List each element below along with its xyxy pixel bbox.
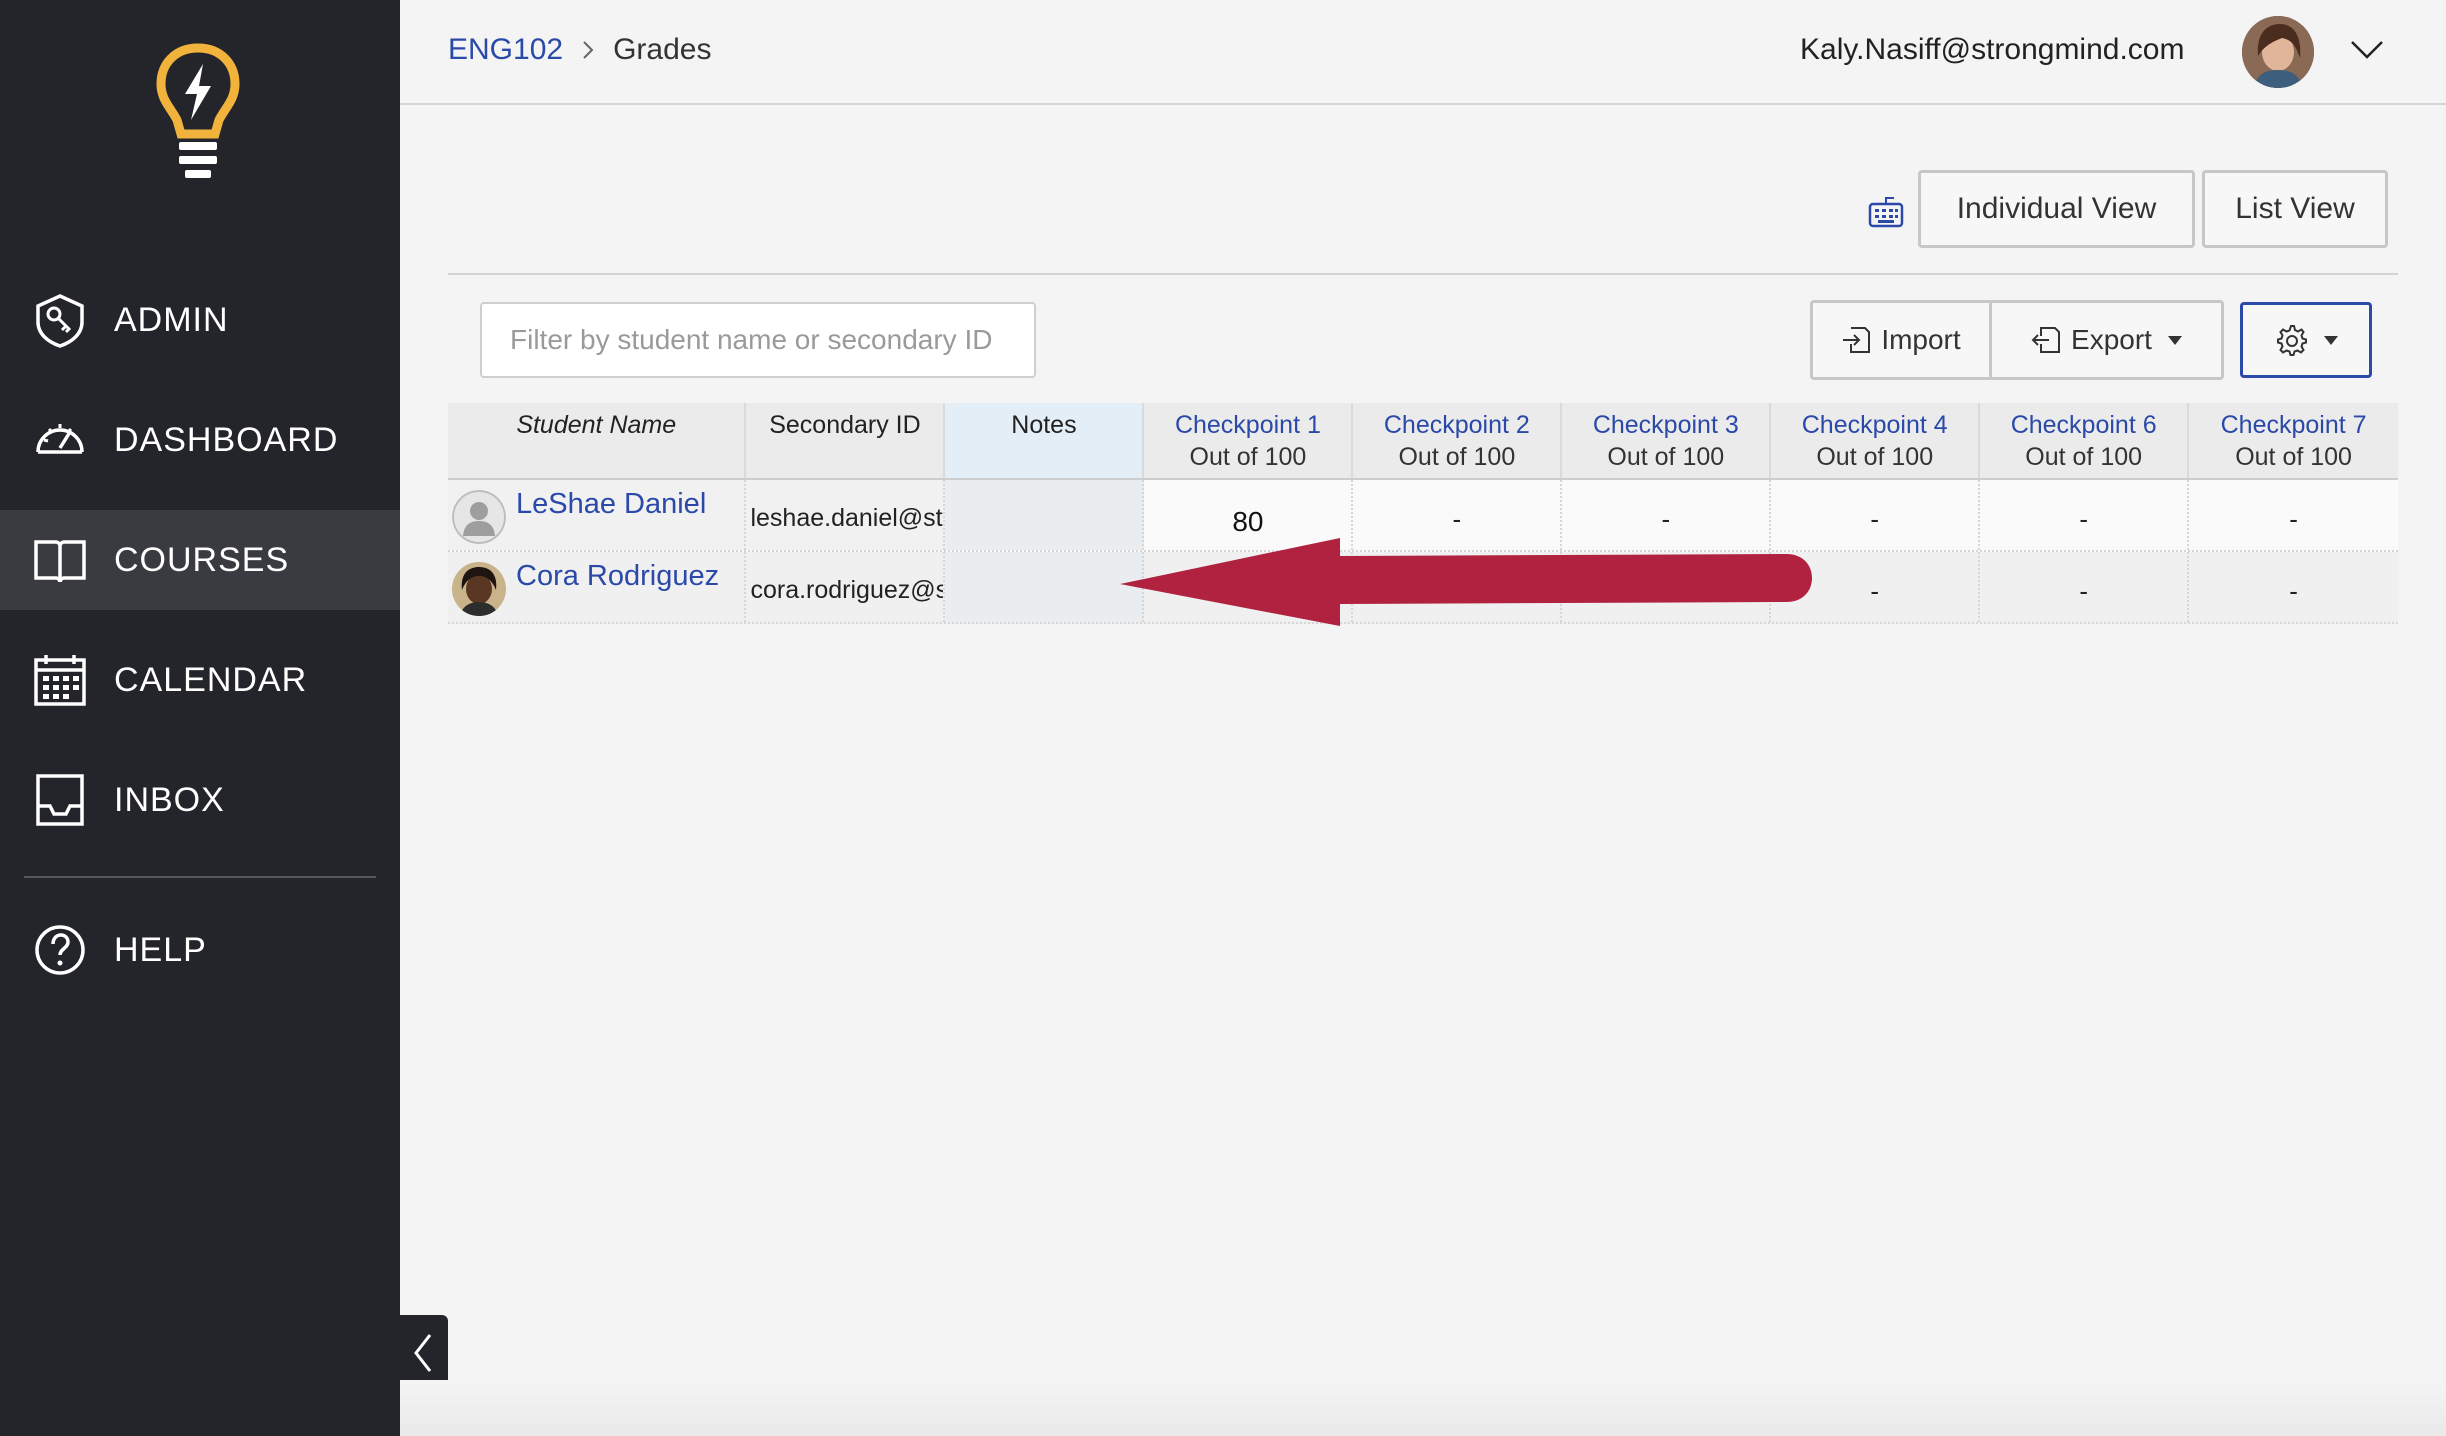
chevron-down-icon[interactable] [2350, 38, 2384, 62]
lightbulb-logo-icon[interactable] [155, 42, 241, 182]
speedometer-icon [36, 424, 84, 454]
sidebar-item-inbox[interactable]: INBOX [0, 750, 400, 850]
avatar[interactable] [2242, 16, 2314, 88]
breadcrumb: ENG102 Grades [448, 33, 711, 67]
sidebar-item-label: HELP [114, 930, 207, 969]
annotation-arrow-icon [1120, 538, 1812, 626]
checkpoint-link[interactable]: Checkpoint 7 [2189, 411, 2398, 440]
import-button[interactable]: Import [1810, 300, 1992, 380]
sidebar-divider [24, 876, 376, 878]
checkpoint-points: Out of 100 [1398, 443, 1516, 471]
checkpoint-points: Out of 100 [2025, 443, 2143, 471]
sidebar-item-dashboard[interactable]: DASHBOARD [0, 390, 400, 490]
table-header-row: Student Name Secondary ID Notes Checkpoi… [448, 403, 2398, 480]
divider [448, 273, 2398, 275]
checkpoint-points: Out of 100 [1189, 443, 1307, 471]
checkpoint-points: Out of 100 [2235, 443, 2352, 471]
sidebar-item-label: DASHBOARD [114, 420, 339, 459]
student-filter-input[interactable] [480, 302, 1036, 378]
help-circle-icon [35, 925, 85, 975]
checkpoint-link[interactable]: Checkpoint 3 [1562, 411, 1769, 440]
checkpoint-points: Out of 100 [1816, 443, 1934, 471]
export-label: Export [2071, 324, 2152, 355]
secondary-id-cell: cora.rodriguez@strongmind.com [746, 552, 946, 622]
column-header-checkpoint[interactable]: Checkpoint 3 Out of 100 [1562, 403, 1772, 478]
sidebar-item-help[interactable]: HELP [0, 900, 400, 1000]
column-header-checkpoint[interactable]: Checkpoint 4 Out of 100 [1771, 403, 1981, 478]
student-name-link[interactable]: Cora Rodriguez [516, 560, 719, 593]
column-header-checkpoint[interactable]: Checkpoint 7 Out of 100 [2189, 403, 2398, 478]
book-icon [34, 540, 86, 583]
sidebar-item-label: INBOX [114, 780, 225, 819]
import-icon [1843, 327, 1871, 353]
sidebar-item-label: COURSES [114, 540, 290, 579]
notes-cell[interactable] [945, 480, 1145, 550]
checkpoint-link[interactable]: Checkpoint 2 [1353, 411, 1560, 440]
inbox-tray-icon [36, 774, 84, 826]
list-view-button[interactable]: List View [2202, 170, 2388, 248]
sidebar-item-courses[interactable]: COURSES [0, 510, 400, 610]
student-photo [452, 562, 506, 616]
default-avatar-icon [452, 490, 506, 544]
calendar-icon [34, 655, 86, 706]
breadcrumb-course-link[interactable]: ENG102 [448, 33, 563, 67]
column-header-checkpoint[interactable]: Checkpoint 6 Out of 100 [1980, 403, 2190, 478]
grade-cell[interactable]: - [2189, 480, 2398, 550]
column-header-notes[interactable]: Notes [945, 403, 1145, 478]
student-name-cell: LeShae Daniel [448, 480, 747, 550]
student-name-link[interactable]: LeShae Daniel [516, 488, 706, 521]
checkpoint-link[interactable]: Checkpoint 1 [1144, 411, 1351, 440]
sidebar-item-label: ADMIN [114, 300, 229, 339]
grade-cell[interactable]: - [1980, 552, 2190, 622]
page-footer-shade [400, 1380, 2446, 1436]
user-email[interactable]: Kaly.Nasiff@strongmind.com [1800, 33, 2184, 67]
individual-view-button[interactable]: Individual View [1918, 170, 2195, 248]
shield-key-icon [36, 294, 84, 348]
grade-cell[interactable]: - [2189, 552, 2398, 622]
caret-down-icon [2324, 335, 2338, 345]
column-header-student-name[interactable]: Student Name [448, 403, 747, 478]
collapse-sidebar-button[interactable] [398, 1315, 448, 1390]
sidebar-item-calendar[interactable]: CALENDAR [0, 630, 400, 730]
sidebar-item-label: CALENDAR [114, 660, 308, 699]
column-header-checkpoint[interactable]: Checkpoint 2 Out of 100 [1353, 403, 1563, 478]
grade-cell[interactable]: - [1980, 480, 2190, 550]
checkpoint-link[interactable]: Checkpoint 6 [1980, 411, 2187, 440]
notes-cell[interactable] [945, 552, 1145, 622]
keyboard-shortcuts-icon[interactable] [1868, 196, 1904, 228]
checkpoint-points: Out of 100 [1607, 443, 1725, 471]
secondary-id-cell: leshae.daniel@strongmind.com [746, 480, 946, 550]
column-header-secondary-id[interactable]: Secondary ID [746, 403, 946, 478]
breadcrumb-current: Grades [613, 33, 712, 66]
caret-down-icon [2167, 335, 2182, 345]
chevron-right-icon [583, 41, 594, 59]
export-dropdown-button[interactable]: Export [1992, 300, 2224, 380]
checkpoint-link[interactable]: Checkpoint 4 [1771, 411, 1978, 440]
grid-settings-button[interactable] [2240, 302, 2372, 378]
column-header-checkpoint[interactable]: Checkpoint 1 Out of 100 [1144, 403, 1354, 478]
sidebar: ADMIN DASHBOARD COURSES CALENDAR INBOX H… [0, 0, 400, 1436]
chevron-left-icon [414, 1333, 432, 1372]
export-icon [2031, 327, 2061, 353]
gear-icon [2277, 325, 2307, 356]
import-export-group: Import Export [1810, 300, 2224, 380]
student-name-cell: Cora Rodriguez [448, 552, 747, 622]
top-bar: ENG102 Grades Kaly.Nasiff@strongmind.com [400, 0, 2446, 105]
import-label: Import [1881, 324, 1961, 355]
sidebar-item-admin[interactable]: ADMIN [0, 270, 400, 370]
